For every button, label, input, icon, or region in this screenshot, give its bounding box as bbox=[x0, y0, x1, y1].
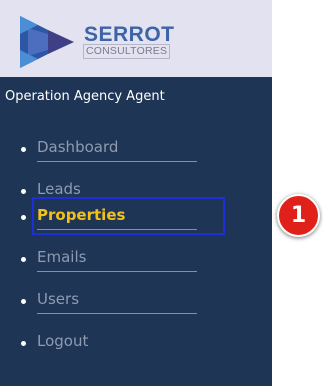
sidebar: SERROT CONSULTORES Operation Agency Agen… bbox=[0, 0, 272, 386]
bullet-icon bbox=[21, 299, 26, 304]
bullet-icon bbox=[21, 215, 26, 220]
menu-item-users: Users bbox=[0, 289, 272, 317]
emails-link[interactable]: Emails bbox=[37, 247, 197, 272]
bullet-icon bbox=[21, 257, 26, 262]
logout-link[interactable]: Logout bbox=[37, 331, 197, 355]
bullet-icon bbox=[21, 189, 26, 194]
users-link[interactable]: Users bbox=[37, 289, 197, 314]
step-number-badge: 1 bbox=[277, 194, 320, 237]
bullet-icon bbox=[21, 147, 26, 152]
highlight-box bbox=[32, 197, 225, 235]
sidebar-menu: Dashboard Leads Properties Emails Users … bbox=[0, 0, 272, 386]
menu-item-logout: Logout bbox=[0, 331, 272, 359]
menu-item-emails: Emails bbox=[0, 247, 272, 275]
dashboard-link[interactable]: Dashboard bbox=[37, 137, 197, 162]
menu-item-dashboard: Dashboard bbox=[0, 137, 272, 165]
bullet-icon bbox=[21, 341, 26, 346]
